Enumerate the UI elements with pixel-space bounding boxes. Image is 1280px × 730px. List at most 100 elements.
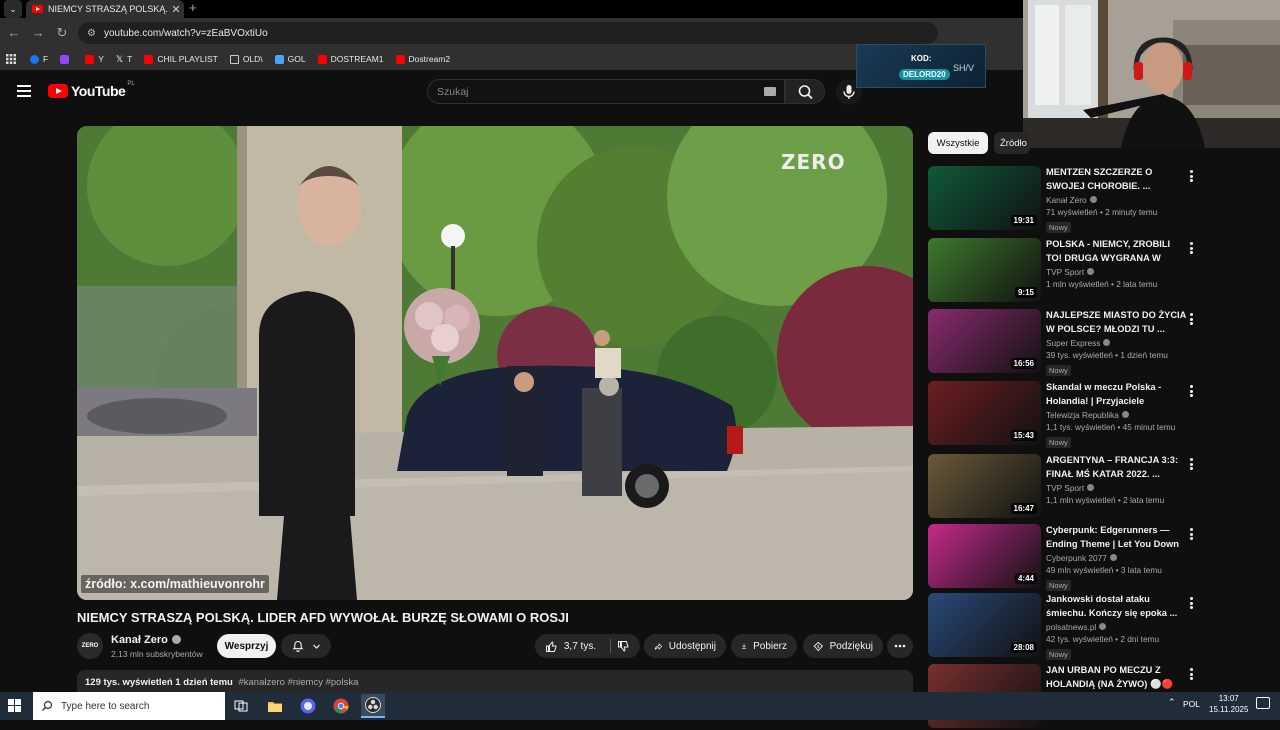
back-icon[interactable]: ← xyxy=(6,25,22,41)
recommendation-meta: 42 tys. wyświetleń • 2 dni temu xyxy=(1046,634,1160,644)
search-button[interactable] xyxy=(785,79,825,104)
more-vertical-icon[interactable] xyxy=(1190,458,1194,470)
video-thumbnail[interactable]: 19:31 xyxy=(928,166,1041,230)
thumbs-down-icon[interactable] xyxy=(617,640,630,653)
more-vertical-icon[interactable] xyxy=(1190,385,1194,397)
like-button[interactable]: 3,7 tys. xyxy=(535,634,640,658)
more-vertical-icon[interactable] xyxy=(1190,597,1194,609)
description-box[interactable]: 129 tys. wyświetleń 1 dzień temu #kanałz… xyxy=(77,670,913,692)
tab-search-icon[interactable]: ⌄ xyxy=(4,0,22,18)
chip-source[interactable]: Źródło xyxy=(994,132,1030,154)
recommendation-title[interactable]: JAN URBAN PO MECZU Z HOLANDIĄ (NA ŻYWO) … xyxy=(1046,664,1186,691)
apps-grid-icon[interactable] xyxy=(6,54,16,64)
channel-avatar[interactable]: ZERO xyxy=(77,633,103,659)
video-player[interactable] xyxy=(77,126,913,600)
recommendation-channel[interactable]: TVP Sport xyxy=(1046,267,1186,277)
duration-badge: 9:15 xyxy=(1014,287,1037,298)
chrome-icon[interactable] xyxy=(329,694,353,718)
youtube-logo[interactable]: YouTube PL xyxy=(48,81,135,99)
super-thanks-icon: $ xyxy=(813,641,824,651)
video-thumbnail[interactable]: 16:56 xyxy=(928,309,1041,373)
video-frame xyxy=(77,126,913,600)
more-vertical-icon[interactable] xyxy=(1190,242,1194,254)
chip-all[interactable]: Wszystkie xyxy=(928,132,988,154)
recommendation-meta: 1,1 tys. wyświetleń • 45 minut temu xyxy=(1046,422,1176,432)
notifications-button[interactable] xyxy=(281,634,331,658)
reload-icon[interactable]: ↻ xyxy=(54,25,70,41)
recommendation-title[interactable]: POLSKA - NIEMCY, ZROBILI TO! DRUGA WYGRA… xyxy=(1046,238,1186,265)
keyboard-icon[interactable] xyxy=(764,87,776,96)
search-input[interactable]: Szukaj xyxy=(427,79,785,104)
file-explorer-icon[interactable] xyxy=(263,694,287,718)
video-thumbnail[interactable]: 16:47 xyxy=(928,454,1041,518)
taskbar-search-input[interactable]: Type here to search xyxy=(33,692,225,720)
bookmark-dostream1[interactable]: DOSTREAM1 xyxy=(317,54,384,64)
recommendation-title[interactable]: Skandal w meczu Polska - Holandia! | Prz… xyxy=(1046,381,1186,408)
download-button[interactable]: Pobierz xyxy=(731,634,797,658)
download-icon xyxy=(742,643,747,649)
bookmark-f[interactable]: F xyxy=(30,54,48,64)
discord-icon[interactable] xyxy=(296,694,320,718)
windows-start-icon[interactable] xyxy=(8,699,22,713)
verified-icon xyxy=(1103,339,1111,346)
bookmark-chil-playlist[interactable]: CHIL PLAYLIST xyxy=(144,54,218,64)
more-vertical-icon[interactable] xyxy=(1190,313,1194,325)
youtube-play-icon xyxy=(48,84,68,98)
new-badge: Nowy xyxy=(1046,649,1071,660)
recommendation-title[interactable]: ARGENTYNA – FRANCJA 3:3: FINAŁ MŚ KATAR … xyxy=(1046,454,1186,481)
support-button[interactable]: Wesprzyj xyxy=(217,634,276,658)
recommendation-item[interactable]: 15:43 Skandal w meczu Polska - Holandia! … xyxy=(928,381,1208,448)
more-vertical-icon[interactable] xyxy=(1190,170,1194,182)
new-tab-icon[interactable]: + xyxy=(189,0,197,18)
like-count: 3,7 tys. xyxy=(563,640,597,652)
system-clock[interactable]: 13:07 15.11.2025 xyxy=(1209,693,1248,715)
browser-tab[interactable]: NIEMCY STRASZĄ POLSKĄ. LIDE ✕ xyxy=(26,0,184,18)
verified-icon xyxy=(171,635,181,644)
recommendation-item[interactable]: 19:31 MENTZEN SZCZERZE O SWOJEJ CHOROBIE.… xyxy=(928,166,1208,233)
address-bar[interactable]: ⚙ youtube.com/watch?v=zEaBVOxtiUo xyxy=(78,22,938,44)
bookmark-gol[interactable]: GOL xyxy=(274,54,306,64)
menu-icon[interactable] xyxy=(17,85,31,97)
forward-icon[interactable]: → xyxy=(30,25,46,41)
recommendation-title[interactable]: NAJLEPSZE MIASTO DO ŻYCIA W POLSCE? MŁOD… xyxy=(1046,309,1186,336)
recommendation-channel[interactable]: Super Express xyxy=(1046,338,1186,348)
recommendation-channel[interactable]: polsatnews.pl xyxy=(1046,622,1186,632)
thanks-button[interactable]: $ Podziękuj xyxy=(803,634,883,658)
obs-icon[interactable] xyxy=(361,694,385,718)
recommendation-item[interactable]: 9:15 POLSKA - NIEMCY, ZROBILI TO! DRUGA W… xyxy=(928,238,1208,304)
bookmark-twitch[interactable] xyxy=(60,54,73,64)
show-hidden-icons-icon[interactable]: ⌃ xyxy=(1168,697,1176,708)
close-tab-icon[interactable]: ✕ xyxy=(168,3,184,16)
more-vertical-icon[interactable] xyxy=(1190,668,1194,680)
recommendation-title[interactable]: Cyberpunk: Edgerunners — Ending Theme | … xyxy=(1046,524,1186,551)
recommendation-item[interactable]: 28:08 Jankowski dostał ataku śmiechu. Koń… xyxy=(928,593,1208,660)
recommendation-channel[interactable]: TVP Sport xyxy=(1046,483,1186,493)
recommendation-title[interactable]: MENTZEN SZCZERZE O SWOJEJ CHOROBIE. ... xyxy=(1046,166,1186,193)
recommendation-channel[interactable]: Telewizja Republika xyxy=(1046,410,1186,420)
verified-icon xyxy=(1087,268,1095,275)
input-language[interactable]: POL xyxy=(1183,699,1200,709)
recommendation-title[interactable]: Jankowski dostał ataku śmiechu. Kończy s… xyxy=(1046,593,1186,620)
recommendation-item[interactable]: 4:44 Cyberpunk: Edgerunners — Ending Them… xyxy=(928,524,1208,591)
site-info-icon[interactable]: ⚙ xyxy=(87,28,96,39)
bookmark-t[interactable]: 𝕏T xyxy=(116,54,132,64)
channel-name[interactable]: Kanał Zero xyxy=(111,634,181,646)
hashtags[interactable]: #kanałzero #niemcy #polska xyxy=(238,677,358,688)
verified-icon xyxy=(1099,623,1107,630)
video-thumbnail[interactable]: 9:15 xyxy=(928,238,1041,302)
video-thumbnail[interactable]: 4:44 xyxy=(928,524,1041,588)
bookmark-dostream2[interactable]: Dostream2 xyxy=(395,54,450,64)
recommendation-item[interactable]: 16:56 NAJLEPSZE MIASTO DO ŻYCIA W POLSCE?… xyxy=(928,309,1208,376)
video-thumbnail[interactable]: 28:08 xyxy=(928,593,1041,657)
recommendation-channel[interactable]: Kanał Zero xyxy=(1046,195,1186,205)
recommendation-channel[interactable]: Cyberpunk 2077 xyxy=(1046,553,1186,563)
share-button[interactable]: Udostępnij xyxy=(644,634,726,658)
more-actions-button[interactable] xyxy=(887,634,913,658)
video-thumbnail[interactable]: 15:43 xyxy=(928,381,1041,445)
notification-center-icon[interactable] xyxy=(1256,697,1270,709)
task-view-icon[interactable] xyxy=(229,694,253,718)
bookmark-folder-old[interactable]: OLD\ xyxy=(229,54,263,64)
recommendation-item[interactable]: 16:47 ARGENTYNA – FRANCJA 3:3: FINAŁ MŚ K… xyxy=(928,454,1208,520)
bookmark-y[interactable]: Y xyxy=(85,54,104,64)
more-vertical-icon[interactable] xyxy=(1190,528,1194,540)
